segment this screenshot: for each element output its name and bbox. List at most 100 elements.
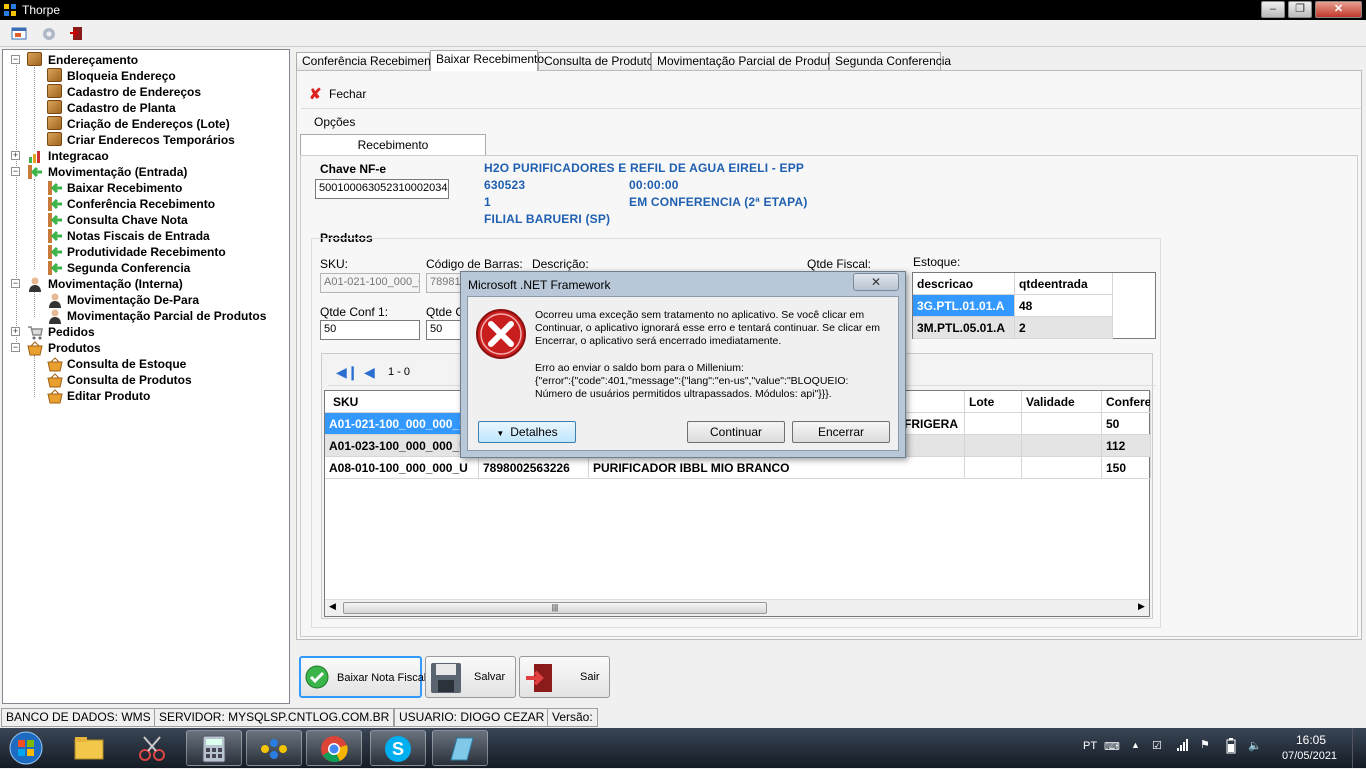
thorpe-taskbar-button[interactable] <box>246 730 302 766</box>
calculator-taskbar-button[interactable] <box>186 730 242 766</box>
estoque-cell[interactable]: 3M.PTL.05.01.A <box>913 317 1015 339</box>
notepad-icon <box>447 736 475 765</box>
table-cell[interactable]: 50 <box>1102 413 1151 435</box>
exit-icon[interactable] <box>68 25 86 42</box>
sku-label: SKU: <box>320 257 349 271</box>
first-page-icon[interactable]: ◀❙ <box>336 364 359 381</box>
estoque-label: Estoque: <box>913 255 961 269</box>
nf-time: 00:00:00 <box>629 178 679 192</box>
estoque-grid[interactable]: descricao qtdeentrada 3G.PTL.01.01.A 48 … <box>912 272 1156 339</box>
tab-consulta-produtos[interactable]: Consulta de Produtos <box>538 52 659 70</box>
dialog-title: Microsoft .NET Framework <box>468 278 611 292</box>
error-dialog: Microsoft .NET Framework ✕ Ocorreu uma e… <box>460 271 906 458</box>
arrow-in-icon <box>47 180 63 196</box>
chave-label: Chave NF-e <box>320 162 387 176</box>
keyboard-icon[interactable]: ⌨ <box>1104 740 1120 753</box>
scroll-right-icon[interactable]: ▶ <box>1138 601 1145 612</box>
table-cell[interactable]: 112 <box>1102 435 1151 457</box>
flag-icon[interactable]: ⚑ <box>1200 738 1210 751</box>
table-cell[interactable]: A01-023-100_000_000_U <box>325 435 479 457</box>
scroll-left-icon[interactable]: ◀ <box>329 601 336 612</box>
prev-page-icon[interactable]: ◀ <box>364 364 375 381</box>
box-icon <box>47 132 62 146</box>
tab-recebimento[interactable]: Recebimento <box>300 134 486 156</box>
window-list-icon[interactable] <box>10 25 28 42</box>
table-cell[interactable] <box>1022 413 1102 435</box>
clock-time[interactable]: 16:05 <box>1296 733 1326 747</box>
sku-input[interactable]: A01-021-100_000_000_U <box>320 273 420 293</box>
table-cell[interactable]: 150 <box>1102 457 1151 479</box>
tab-movimentacao-parcial[interactable]: Movimentação Parcial de Produtos <box>651 52 843 70</box>
calculator-icon <box>202 735 226 766</box>
column-header-validade[interactable]: Validade <box>1022 391 1102 413</box>
chrome-icon <box>320 735 348 766</box>
action-bar: ✘ Fechar <box>301 79 1361 109</box>
tab-conferencia-recebimento[interactable]: Conferência Recebimento <box>296 52 441 70</box>
table-cell[interactable] <box>1022 457 1102 479</box>
qtde-conf2-input[interactable]: 50 <box>426 320 462 340</box>
close-window-button[interactable]: ✕ <box>1315 1 1362 18</box>
chrome-taskbar-button[interactable] <box>306 730 362 766</box>
start-button[interactable] <box>4 730 48 766</box>
estoque-cell[interactable]: 3G.PTL.01.01.A <box>913 295 1015 317</box>
clock-date[interactable]: 07/05/2021 <box>1282 750 1337 762</box>
snipping-taskbar-button[interactable] <box>124 730 180 766</box>
status-bar: BANCO DE DADOS: WMS SERVIDOR: MYSQLSP.CN… <box>0 706 1366 728</box>
skype-taskbar-button[interactable]: S <box>370 730 426 766</box>
nf-sequence: 1 <box>484 195 491 209</box>
explorer-taskbar-button[interactable] <box>62 730 118 766</box>
box-icon <box>27 52 42 66</box>
salvar-button[interactable]: Salvar <box>425 656 516 698</box>
volume-icon[interactable]: 🔈 <box>1248 739 1262 752</box>
baixar-nota-fiscal-button[interactable]: Baixar Nota Fiscal <box>299 656 426 698</box>
network-icon[interactable] <box>1176 738 1190 755</box>
barcode-label: Código de Barras: <box>426 257 523 271</box>
qtde-conf1-input[interactable]: 50 <box>320 320 420 340</box>
options-label[interactable]: Opções <box>314 115 355 129</box>
settings-icon[interactable] <box>40 25 58 42</box>
column-header-conferencia[interactable]: Confere <box>1102 391 1151 413</box>
estoque-cell[interactable]: 2 <box>1015 317 1113 339</box>
details-button[interactable]: ▼ Detalhes <box>478 421 576 443</box>
nf-status: EM CONFERENCIA (2ª ETAPA) <box>629 195 808 209</box>
table-cell[interactable]: PURIFICADOR IBBL MIO BRANCO <box>589 457 965 479</box>
column-header-lote[interactable]: Lote <box>965 391 1022 413</box>
basket-icon <box>27 340 43 356</box>
estoque-cell[interactable]: 48 <box>1015 295 1113 317</box>
language-indicator[interactable]: PT <box>1083 740 1097 752</box>
security-icon[interactable]: ☑ <box>1152 739 1162 752</box>
table-cell[interactable] <box>965 413 1022 435</box>
notes-taskbar-button[interactable] <box>432 730 488 766</box>
quit-button[interactable]: Encerrar <box>792 421 890 443</box>
show-desktop-button[interactable] <box>1352 728 1366 768</box>
estoque-header-qtde[interactable]: qtdeentrada <box>1015 273 1113 295</box>
scroll-thumb[interactable]: ||| <box>343 602 767 614</box>
horizontal-scrollbar[interactable]: ◀ ||| ▶ <box>325 599 1149 616</box>
table-cell[interactable] <box>965 435 1022 457</box>
table-cell[interactable]: 7898002563226 <box>479 457 589 479</box>
show-hidden-icons[interactable]: ▲ <box>1131 740 1140 750</box>
table-cell[interactable] <box>1022 435 1102 457</box>
person-icon <box>47 292 63 308</box>
minimize-button[interactable]: – <box>1261 1 1285 18</box>
arrow-in-icon <box>47 212 63 228</box>
table-cell[interactable]: A08-010-100_000_000_U <box>325 457 479 479</box>
barcode-input[interactable]: 7898112 <box>426 273 462 293</box>
estoque-header-descricao[interactable]: descricao <box>913 273 1015 295</box>
tab-segunda-conferencia[interactable]: Segunda Conferencia <box>829 52 951 70</box>
column-header-sku[interactable]: SKU <box>325 391 479 413</box>
table-cell[interactable]: A01-021-100_000_000_U <box>325 413 479 435</box>
maximize-button[interactable]: ❐ <box>1288 1 1312 18</box>
chave-nfe-input[interactable]: 5001000630523100020346200 <box>315 179 449 199</box>
table-cell[interactable] <box>965 457 1022 479</box>
basket-icon <box>47 388 63 404</box>
sair-button[interactable]: Sair <box>519 656 610 698</box>
battery-icon[interactable] <box>1226 738 1236 757</box>
scissors-icon <box>138 735 166 764</box>
tab-baixar-recebimento[interactable]: Baixar Recebimento <box>430 50 544 71</box>
dialog-close-button[interactable]: ✕ <box>853 273 899 291</box>
chart-icon <box>27 148 43 164</box>
continue-button[interactable]: Continuar <box>687 421 785 443</box>
box-icon <box>47 100 62 114</box>
status-server: SERVIDOR: MYSQLSP.CNTLOG.COM.BR <box>154 708 395 727</box>
